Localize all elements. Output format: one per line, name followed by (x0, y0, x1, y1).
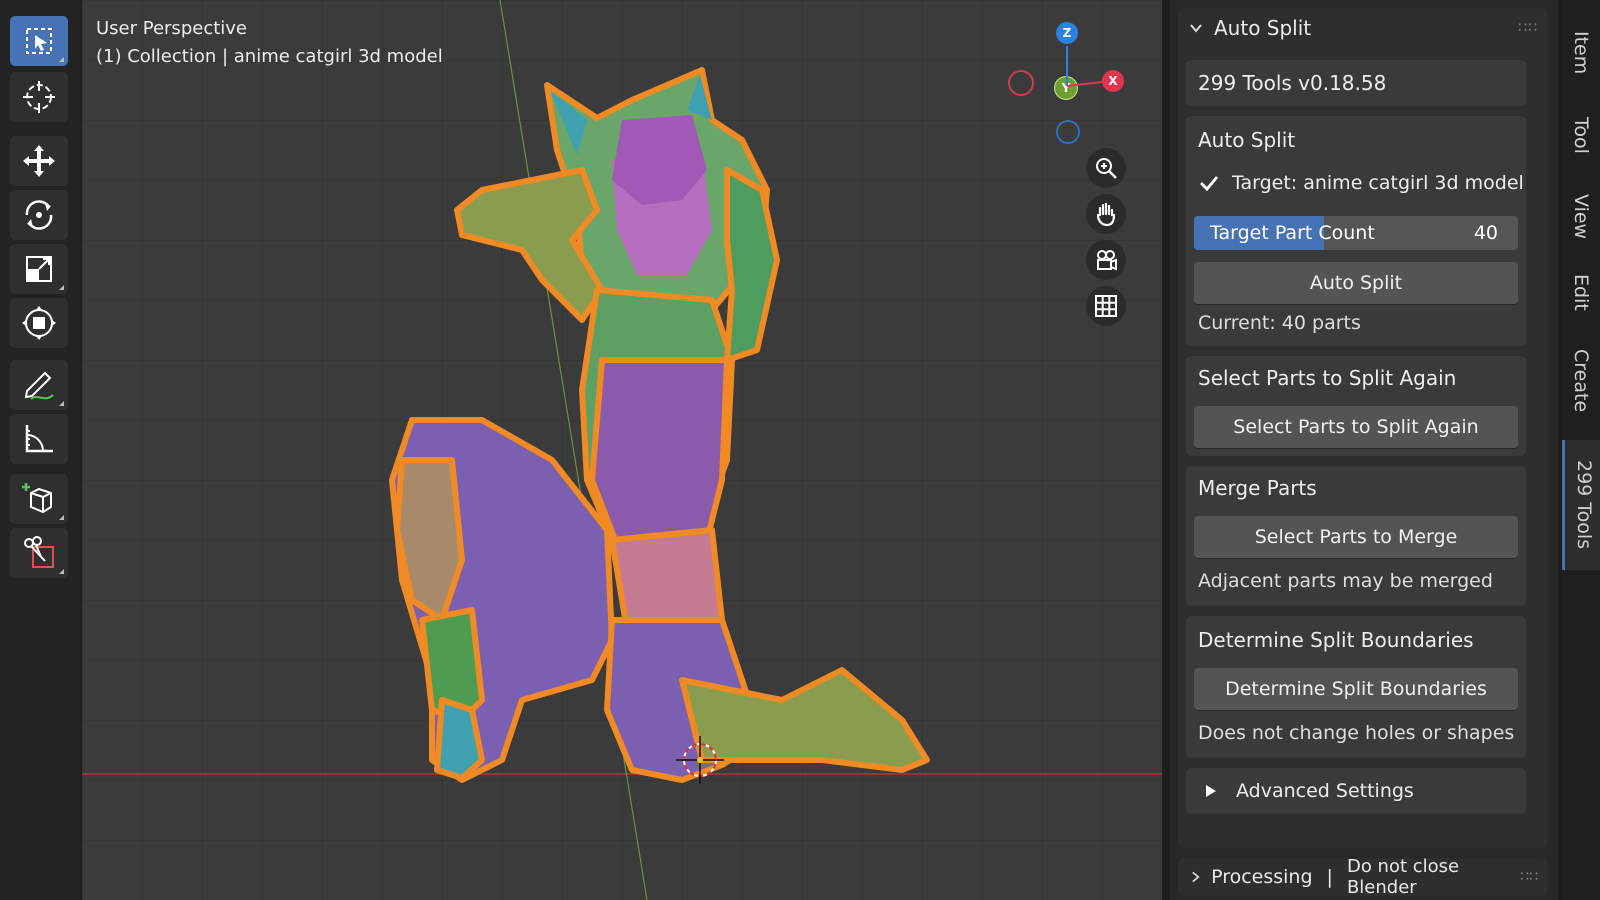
chevron-down-icon (1190, 24, 1202, 33)
split-again-title: Select Parts to Split Again (1198, 366, 1457, 390)
version-label: 299 Tools v0.18.58 (1198, 71, 1387, 95)
zoom-icon[interactable] (1086, 148, 1126, 188)
advanced-settings-row[interactable]: Advanced Settings (1186, 768, 1526, 814)
3d-viewport[interactable]: User Perspective (1) Collection | anime … (82, 0, 1162, 900)
footer-separator: | (1326, 866, 1333, 888)
grid-icon[interactable] (1086, 286, 1126, 326)
target-part-count-slider[interactable]: Target Part Count 40 (1194, 216, 1518, 250)
add-cube-icon[interactable] (10, 474, 68, 524)
tab-view[interactable]: View (1562, 182, 1600, 252)
target-checkbox-row[interactable]: Target: anime catgirl 3d model (1198, 172, 1524, 194)
sidebar-panel: Auto Split ∷∷ 299 Tools v0.18.58 Auto Sp… (1170, 0, 1558, 900)
processing-label: Processing (1211, 866, 1313, 888)
target-label: Target: anime catgirl 3d model (1232, 172, 1524, 194)
determine-split-boundaries-button[interactable]: Determine Split Boundaries (1194, 668, 1518, 710)
measure-icon[interactable] (10, 414, 68, 464)
merge-parts-box: Merge Parts Select Parts to Merge Adjace… (1186, 466, 1526, 606)
split-boundaries-box: Determine Split Boundaries Determine Spl… (1186, 616, 1526, 758)
split-again-box: Select Parts to Split Again Select Parts… (1186, 356, 1526, 456)
move-icon[interactable] (10, 136, 68, 186)
auto-split-panel: Auto Split ∷∷ 299 Tools v0.18.58 Auto Sp… (1178, 8, 1548, 848)
sidebar-tabs: Item Tool View Edit Create 299 Tools (1562, 0, 1600, 900)
cursor-icon[interactable] (10, 72, 68, 122)
auto-split-button[interactable]: Auto Split (1194, 262, 1518, 304)
auto-split-box: Auto Split Target: anime catgirl 3d mode… (1186, 116, 1526, 346)
panel-header[interactable]: Auto Split ∷∷ (1178, 8, 1548, 48)
select-parts-to-split-again-button[interactable]: Select Parts to Split Again (1194, 406, 1518, 448)
checkbox-checked-icon[interactable] (1198, 172, 1220, 194)
tab-create[interactable]: Create (1562, 336, 1600, 426)
boundaries-note: Does not change holes or shapes (1198, 722, 1515, 744)
tab-tool[interactable]: Tool (1562, 100, 1600, 170)
processing-message: Do not close Blender (1346, 856, 1460, 898)
drag-handle-icon[interactable]: ∷∷ (1520, 869, 1538, 885)
chevron-right-icon (1192, 871, 1200, 883)
triangle-right-icon (1206, 785, 1216, 797)
cut-icon[interactable] (10, 528, 68, 578)
current-parts-label: Current: 40 parts (1198, 312, 1361, 334)
annotate-icon[interactable] (10, 360, 68, 410)
drag-handle-icon[interactable]: ∷∷ (1518, 20, 1538, 36)
rotate-icon[interactable] (10, 190, 68, 240)
select-parts-to-merge-button[interactable]: Select Parts to Merge (1194, 516, 1518, 558)
merge-note: Adjacent parts may be merged (1198, 570, 1493, 592)
gizmo-lines (1066, 46, 1103, 87)
slider-label: Target Part Count (1210, 222, 1375, 244)
advanced-settings-label: Advanced Settings (1236, 780, 1414, 802)
tab-299-tools[interactable]: 299 Tools (1562, 440, 1600, 570)
slider-value: 40 (1473, 222, 1498, 244)
processing-row[interactable]: Processing | Do not close Blender ∷∷ (1178, 856, 1548, 898)
toolbar (0, 0, 80, 900)
tab-item[interactable]: Item (1562, 18, 1600, 88)
tab-edit[interactable]: Edit (1562, 262, 1600, 322)
catgirl-model[interactable] (382, 60, 982, 820)
merge-parts-title: Merge Parts (1198, 476, 1317, 500)
pan-hand-icon[interactable] (1086, 194, 1126, 234)
transform-icon[interactable] (10, 298, 68, 348)
split-boundaries-title: Determine Split Boundaries (1198, 628, 1474, 652)
select-box-icon[interactable] (10, 16, 68, 66)
scale-icon[interactable] (10, 244, 68, 294)
version-box: 299 Tools v0.18.58 (1186, 60, 1526, 106)
gizmo-neg-x[interactable] (1008, 70, 1034, 96)
panel-title: Auto Split (1214, 16, 1312, 40)
camera-icon[interactable] (1086, 240, 1126, 280)
auto-split-title: Auto Split (1198, 128, 1296, 152)
